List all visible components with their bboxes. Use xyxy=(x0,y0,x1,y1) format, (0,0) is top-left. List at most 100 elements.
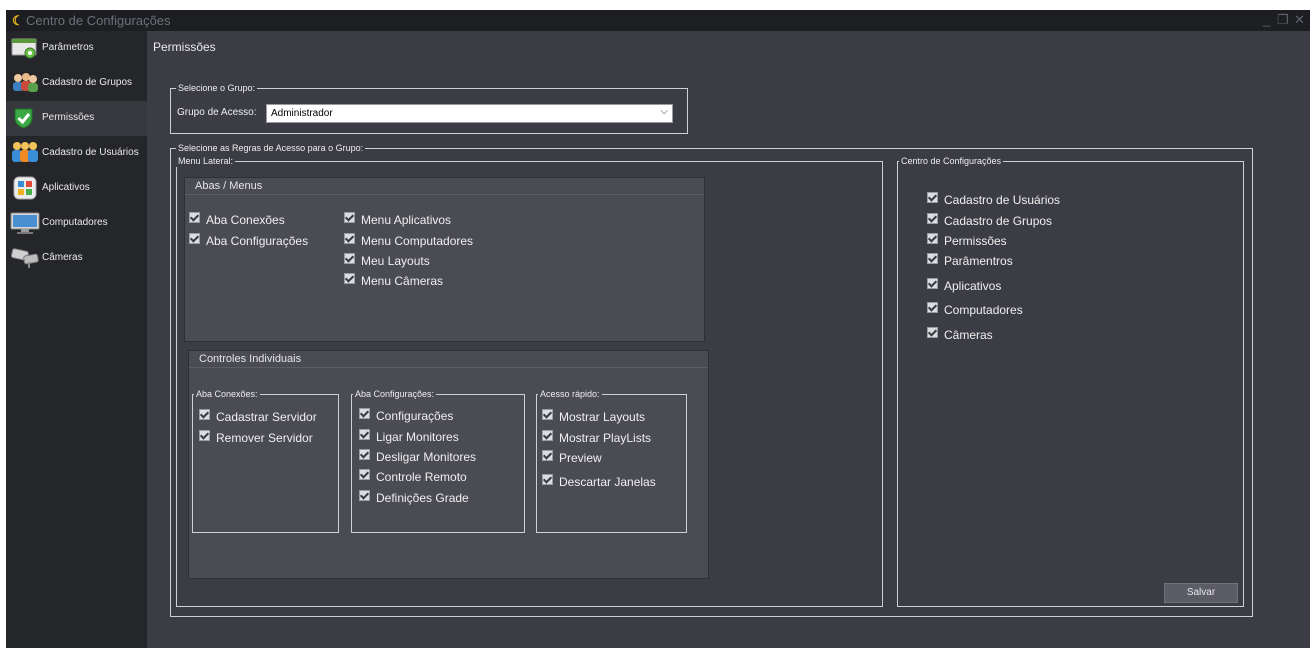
checkbox-label: Menu Câmeras xyxy=(361,274,444,288)
apps-icon xyxy=(10,176,40,200)
sidebar-item-parametros[interactable]: Parâmetros xyxy=(6,31,147,66)
sidebar: Parâmetros Cadastro de Grupos Permissões xyxy=(6,31,147,648)
checkbox-label: Câmeras xyxy=(944,328,993,342)
sidebar-item-label: Cadastro de Grupos xyxy=(42,77,133,88)
checkbox-mostrar-layouts[interactable]: Mostrar Layouts xyxy=(542,409,645,424)
sidebar-item-label: Aplicativos xyxy=(42,182,90,193)
config-window: ☾ Centro de Configurações _ ❐ ✕ Parâmetr… xyxy=(6,10,1310,648)
checkbox-label: Ligar Monitores xyxy=(376,430,459,444)
shield-check-icon xyxy=(10,106,40,130)
checkbox-label: Definições Grade xyxy=(376,491,469,505)
checkbox-computadores[interactable]: Computadores xyxy=(927,302,1023,317)
checkbox-cadastrar-servidor[interactable]: Cadastrar Servidor xyxy=(199,409,317,424)
checkbox-label: Cadastro de Usuários xyxy=(944,193,1061,207)
checkbox-desligar-monitores[interactable]: Desligar Monitores xyxy=(359,449,476,464)
aba-conexoes-legend: Aba Conexões: xyxy=(194,388,260,400)
checkbox-label: Mostrar Layouts xyxy=(559,410,646,424)
abas-menus-panel: Abas / Menus Aba Conexões Aba Configuraç… xyxy=(184,177,705,342)
aba-config-box: Aba Configurações: Configurações Ligar M… xyxy=(351,388,525,533)
sidebar-item-label: Cadastro de Usuários xyxy=(42,147,139,158)
checkbox-menu-cameras[interactable]: Menu Câmeras xyxy=(344,273,443,288)
menu-lateral-box: Menu Lateral: Abas / Menus Aba Conexões … xyxy=(176,155,883,607)
sidebar-item-computadores[interactable]: Computadores xyxy=(6,206,147,241)
centro-config-legend: Centro de Configurações xyxy=(899,155,1004,167)
group-select-box: Selecione o Grupo: Grupo de Acesso: Admi… xyxy=(170,82,688,134)
title-bar: ☾ Centro de Configurações _ ❐ ✕ xyxy=(6,10,1310,31)
checkbox-label: Remover Servidor xyxy=(216,431,313,445)
group-access-select[interactable]: Administrador ⌵ xyxy=(266,104,673,123)
checkbox-menu-computadores[interactable]: Menu Computadores xyxy=(344,233,473,248)
checkbox-aplicativos[interactable]: Aplicativos xyxy=(927,278,1001,293)
checkbox-label: Configurações xyxy=(376,409,454,423)
checkbox-definicoes-grade[interactable]: Definições Grade xyxy=(359,490,469,505)
abas-menus-header: Abas / Menus xyxy=(185,178,704,195)
checkbox-label: Computadores xyxy=(944,303,1023,317)
sidebar-item-cameras[interactable]: Câmeras xyxy=(6,241,147,276)
rules-legend: Selecione as Regras de Acesso para o Gru… xyxy=(176,142,366,154)
users-icon xyxy=(10,141,40,165)
checkbox-parametros[interactable]: Parâmentros xyxy=(927,253,1013,268)
sidebar-item-cadastro-grupos[interactable]: Cadastro de Grupos xyxy=(6,66,147,101)
checkbox-label: Descartar Janelas xyxy=(559,475,656,489)
groups-icon xyxy=(10,71,40,95)
camera-icon xyxy=(10,246,40,270)
sidebar-item-aplicativos[interactable]: Aplicativos xyxy=(6,171,147,206)
abas-menus-title: Abas / Menus xyxy=(195,180,263,192)
close-icon[interactable]: ✕ xyxy=(1294,12,1305,27)
checkbox-permissoes[interactable]: Permissões xyxy=(927,233,1007,248)
sidebar-item-cadastro-usuarios[interactable]: Cadastro de Usuários xyxy=(6,136,147,171)
checkbox-configuracoes[interactable]: Configurações xyxy=(359,408,453,423)
acesso-rapido-box: Acesso rápido: Mostrar Layouts Mostrar P… xyxy=(536,388,687,533)
sidebar-item-label: Câmeras xyxy=(42,252,83,263)
checkbox-descartar-janelas[interactable]: Descartar Janelas xyxy=(542,474,656,489)
checkbox-remover-servidor[interactable]: Remover Servidor xyxy=(199,430,313,445)
group-select-legend: Selecione o Grupo: xyxy=(176,82,258,94)
checkbox-label: Cadastro de Grupos xyxy=(944,214,1053,228)
checkbox-label: Meu Layouts xyxy=(361,254,430,268)
sidebar-item-label: Computadores xyxy=(42,217,108,228)
checkbox-preview[interactable]: Preview xyxy=(542,450,602,465)
page-title: Permissões xyxy=(153,40,216,54)
save-button[interactable]: Salvar xyxy=(1164,583,1238,603)
checkbox-mostrar-playlists[interactable]: Mostrar PlayLists xyxy=(542,430,651,445)
checkbox-label: Aba Configurações xyxy=(206,234,309,248)
checkbox-aba-conexoes[interactable]: Aba Conexões xyxy=(189,212,285,227)
monitor-icon xyxy=(10,211,40,235)
checkbox-label: Menu Computadores xyxy=(361,234,474,248)
controles-title: Controles Individuais xyxy=(199,353,302,365)
checkbox-label: Parâmentros xyxy=(944,254,1013,268)
window-title: Centro de Configurações xyxy=(26,13,171,28)
checkbox-label: Controle Remoto xyxy=(376,470,467,484)
acesso-rapido-legend: Acesso rápido: xyxy=(538,388,602,400)
checkbox-label: Cadastrar Servidor xyxy=(216,410,317,424)
sidebar-item-label: Parâmetros xyxy=(42,42,94,53)
controles-individuais-panel: Controles Individuais Aba Conexões: Cada… xyxy=(188,350,709,579)
checkbox-cadastro-usuarios[interactable]: Cadastro de Usuários xyxy=(927,192,1060,207)
app-logo-icon: ☾ xyxy=(12,13,24,28)
menu-lateral-legend: Menu Lateral: xyxy=(176,155,236,167)
checkbox-meu-layouts[interactable]: Meu Layouts xyxy=(344,253,430,268)
main-content: Permissões Selecione o Grupo: Grupo de A… xyxy=(147,31,1310,648)
checkbox-label: Mostrar PlayLists xyxy=(559,431,652,445)
checkbox-label: Aba Conexões xyxy=(206,213,285,227)
controles-header: Controles Individuais xyxy=(189,351,708,368)
aba-config-legend: Aba Configurações: xyxy=(353,388,437,400)
checkbox-label: Preview xyxy=(559,451,602,465)
aba-conexoes-box: Aba Conexões: Cadastrar Servidor Remover… xyxy=(192,388,339,533)
checkbox-label: Desligar Monitores xyxy=(376,450,477,464)
minimize-icon[interactable]: _ xyxy=(1263,12,1270,27)
sidebar-item-label: Permissões xyxy=(42,112,95,123)
checkbox-ligar-monitores[interactable]: Ligar Monitores xyxy=(359,429,459,444)
checkbox-cadastro-grupos[interactable]: Cadastro de Grupos xyxy=(927,213,1052,228)
checkbox-menu-aplicativos[interactable]: Menu Aplicativos xyxy=(344,212,451,227)
parameters-icon xyxy=(10,36,40,60)
checkbox-label: Menu Aplicativos xyxy=(361,213,452,227)
checkbox-label: Permissões xyxy=(944,234,1007,248)
checkbox-label: Aplicativos xyxy=(944,279,1002,293)
checkbox-controle-remoto[interactable]: Controle Remoto xyxy=(359,469,467,484)
checkbox-aba-configuracoes[interactable]: Aba Configurações xyxy=(189,233,308,248)
group-access-value: Administrador xyxy=(271,108,333,119)
checkbox-cameras[interactable]: Câmeras xyxy=(927,327,993,342)
restore-icon[interactable]: ❐ xyxy=(1277,12,1289,27)
sidebar-item-permissoes[interactable]: Permissões xyxy=(6,101,147,136)
